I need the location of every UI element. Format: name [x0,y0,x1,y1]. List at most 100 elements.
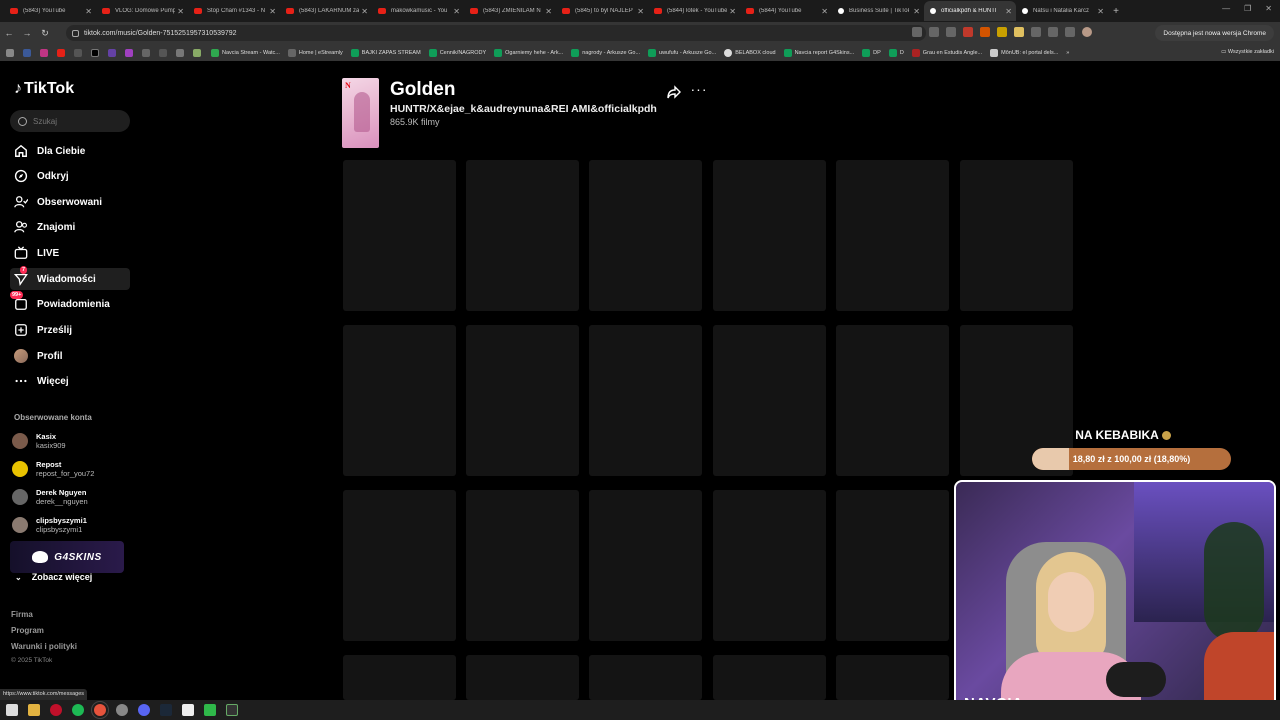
bookmark-item[interactable]: Home | eStreamly [285,48,346,57]
apps-icon[interactable] [4,48,19,57]
bookmark-facebook[interactable] [21,48,36,57]
close-tab-icon[interactable]: ✕ [177,7,184,16]
followed-account[interactable]: Repost repost_for_you72 [12,457,132,481]
bookmark-item[interactable]: uwufufu - Arkusze Go... [645,48,719,57]
browser-tab[interactable]: (5843) LAKARNUM za ✕ [280,1,372,21]
close-tab-icon[interactable]: ✕ [545,7,552,16]
followed-account[interactable]: Kasix kasix909 [12,429,132,453]
nav-profile[interactable]: Profil [10,345,130,367]
obs-icon[interactable] [116,704,128,716]
steam-icon[interactable] [160,704,172,716]
bookmark-item[interactable]: Navcia report G4Skins... [781,48,858,57]
extension-icon[interactable] [963,27,973,37]
start-icon[interactable] [6,704,18,716]
g4skins-promo-banner[interactable]: G4SKINS [10,541,124,573]
chrome-update-button[interactable]: Dostępna jest nowa wersja Chrome [1155,25,1274,41]
bookmark-item[interactable]: D [886,48,907,57]
video-card-placeholder[interactable] [713,160,826,311]
zoom-icon[interactable] [929,27,939,37]
install-icon[interactable] [912,27,922,37]
bookmark-youtube[interactable] [55,48,70,57]
nav-explore[interactable]: Odkryj [10,165,130,187]
extension-icon[interactable] [1014,27,1024,37]
close-tab-icon[interactable]: ✕ [269,7,276,16]
music-cover[interactable]: N [342,78,379,148]
close-tab-icon[interactable]: ✕ [361,7,368,16]
nav-live[interactable]: LIVE [10,242,130,264]
footer-link-program[interactable]: Program [11,626,44,635]
browser-tab[interactable]: VLOG: Domowe Pump ✕ [96,1,188,21]
bookmark-star-icon[interactable] [946,27,956,37]
video-card-placeholder[interactable] [836,490,949,641]
bookmark-x[interactable] [72,48,87,57]
tiktok-logo[interactable]: ♪ TikTok [14,80,74,98]
followed-account[interactable]: clipsbyszymi1 clipsbyszymi1 [12,513,132,537]
file-explorer-icon[interactable] [28,704,40,716]
terminal-icon[interactable] [226,704,238,716]
video-card-placeholder[interactable] [589,325,702,476]
video-card-placeholder[interactable] [466,160,579,311]
more-options-button[interactable]: ··· [690,82,708,100]
bookmark-item[interactable]: Cennik/NAGRODY [426,48,489,57]
extension-icon[interactable] [980,27,990,37]
extensions-puzzle-icon[interactable] [1048,27,1058,37]
bookmark-misc[interactable] [174,48,189,57]
search-box[interactable] [10,110,130,132]
minimize-icon[interactable]: — [1222,4,1230,13]
video-card-placeholder[interactable] [589,655,702,700]
browser-tab[interactable]: (5843) YouTube ✕ [4,1,96,21]
bookmark-instagram[interactable] [38,48,53,57]
bookmark-misc[interactable] [140,48,155,57]
back-icon[interactable]: ← [0,28,18,38]
bookmark-twitch[interactable] [106,48,121,57]
sidepanel-icon[interactable] [1065,27,1075,37]
bookmark-item[interactable]: Ogarniemy hehe - Ark... [491,48,566,57]
search-input[interactable] [33,116,123,126]
reload-icon[interactable]: ↻ [36,28,54,39]
video-card-placeholder[interactable] [343,160,456,311]
video-card-placeholder[interactable] [713,325,826,476]
opera-icon[interactable] [50,704,62,716]
nav-messages[interactable]: 7 Wiadomości [10,266,130,290]
video-card-placeholder[interactable] [343,325,456,476]
site-info-icon[interactable] [72,29,79,37]
video-card-placeholder[interactable] [713,490,826,641]
nav-following[interactable]: Obserwowani [10,191,130,213]
bookmark-misc[interactable] [191,48,206,57]
bookmark-item[interactable]: MônUB: el portal dels... [987,48,1061,57]
nav-for-you[interactable]: Dla Ciebie [10,140,130,162]
nav-notifications[interactable]: 99+ Powiadomienia [10,291,130,315]
browser-tab[interactable]: makowkamusic - You ✕ [372,1,464,21]
bookmark-misc[interactable] [157,48,172,57]
close-tab-icon[interactable]: ✕ [637,7,644,16]
browser-tab[interactable]: Natsu i Natalia Karcz ✕ [1016,1,1108,21]
video-card-placeholder[interactable] [343,655,456,700]
video-card-placeholder[interactable] [466,325,579,476]
video-card-placeholder[interactable] [466,655,579,700]
close-tab-icon[interactable]: ✕ [729,7,736,16]
share-button[interactable] [666,84,682,100]
bookmark-item[interactable]: Navcia Stream - Watc... [208,48,283,57]
video-card-placeholder[interactable] [343,490,456,641]
close-tab-icon[interactable]: ✕ [1005,7,1012,16]
app-icon[interactable] [204,704,216,716]
video-card-placeholder[interactable] [466,490,579,641]
bookmark-item[interactable]: nagrody - Arkusze Go... [568,48,643,57]
footer-link-company[interactable]: Firma [11,610,33,619]
close-tab-icon[interactable]: ✕ [821,7,828,16]
browser-tab-active[interactable]: officialkpdh & HUNTI ✕ [924,1,1016,21]
video-card-placeholder[interactable] [836,655,949,700]
app-icon[interactable] [182,704,194,716]
video-card-placeholder[interactable] [836,325,949,476]
bookmark-messenger[interactable] [123,48,138,57]
spotify-icon[interactable] [72,704,84,716]
browser-tab[interactable]: Business Suite | TikTok ✕ [832,1,924,21]
close-window-icon[interactable]: ✕ [1265,4,1272,13]
close-tab-icon[interactable]: ✕ [1097,7,1104,16]
video-card-placeholder[interactable] [589,490,702,641]
bookmark-item[interactable]: BAJKI ZAPAS STREAM [348,48,424,57]
all-bookmarks-button[interactable]: ▭ Wszystkie zakładki [1221,49,1274,55]
followed-account[interactable]: Derek Nguyen derek__nguyen [12,485,132,509]
close-tab-icon[interactable]: ✕ [453,7,460,16]
browser-tab[interactable]: (5845) to byl NAJLEP ✕ [556,1,648,21]
